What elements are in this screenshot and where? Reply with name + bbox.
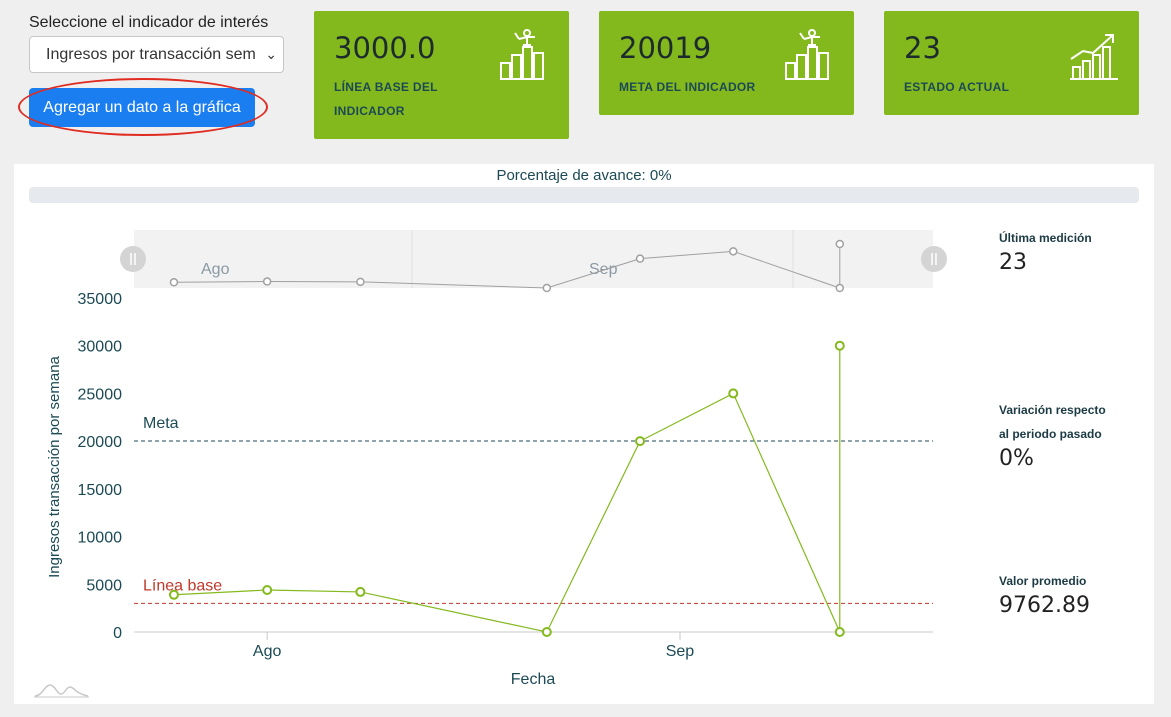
average-value: 9762.89	[999, 593, 1090, 618]
navigator-point	[835, 283, 845, 293]
data-point[interactable]	[541, 627, 552, 637]
series-line	[173, 345, 841, 633]
navigator-point	[635, 254, 645, 263]
navigator-point	[542, 283, 552, 293]
variation-value: 0%	[999, 446, 1034, 471]
navigator-point	[729, 247, 738, 256]
navigator-label-sep: Sep	[589, 261, 618, 278]
data-point[interactable]	[834, 340, 845, 351]
data-point[interactable]	[728, 388, 739, 399]
y-tick-label: 30000	[78, 339, 123, 356]
variation-label-line1: Variación respecto	[999, 403, 1106, 417]
navigator-label-ago: Ago	[201, 261, 230, 278]
data-point[interactable]	[834, 627, 845, 637]
navigator-point	[169, 278, 179, 287]
navigator-point	[262, 277, 272, 286]
chart-navigator[interactable]: Ago Sep	[120, 230, 947, 293]
data-point[interactable]	[168, 589, 179, 600]
wave-logo-icon	[34, 684, 89, 698]
indicator-chart[interactable]: Ago Sep 0 5000 10000 15000 20000 25000 30000 35…	[0, 0, 1171, 717]
data-point[interactable]	[355, 586, 366, 597]
variation-label-line2: al periodo pasado	[999, 427, 1102, 441]
x-axis-title: Fecha	[511, 671, 556, 688]
x-tick-label: Ago	[253, 643, 282, 660]
last-measure-value: 23	[999, 250, 1027, 275]
y-tick-label: 5000	[86, 577, 122, 594]
y-tick-label: 35000	[78, 291, 123, 308]
baseline-line-label: Línea base	[143, 577, 222, 594]
y-tick-label: 0	[113, 625, 122, 642]
navigator-handle-right[interactable]	[921, 246, 947, 272]
y-tick-label: 10000	[78, 530, 123, 547]
data-point[interactable]	[635, 436, 646, 447]
last-measure-label: Última medición	[999, 231, 1092, 245]
navigator-point	[356, 277, 365, 287]
x-tick-label: Sep	[666, 643, 695, 660]
data-point[interactable]	[262, 585, 273, 596]
navigator-handle-left[interactable]	[120, 246, 146, 272]
y-tick-label: 25000	[78, 386, 123, 403]
navigator-point	[835, 239, 845, 249]
meta-line-label: Meta	[143, 415, 179, 432]
y-axis-title: Ingresos transacción por semana	[46, 355, 63, 577]
average-label: Valor promedio	[999, 574, 1087, 588]
y-tick-label: 15000	[78, 482, 123, 499]
y-tick-label: 20000	[78, 434, 123, 451]
